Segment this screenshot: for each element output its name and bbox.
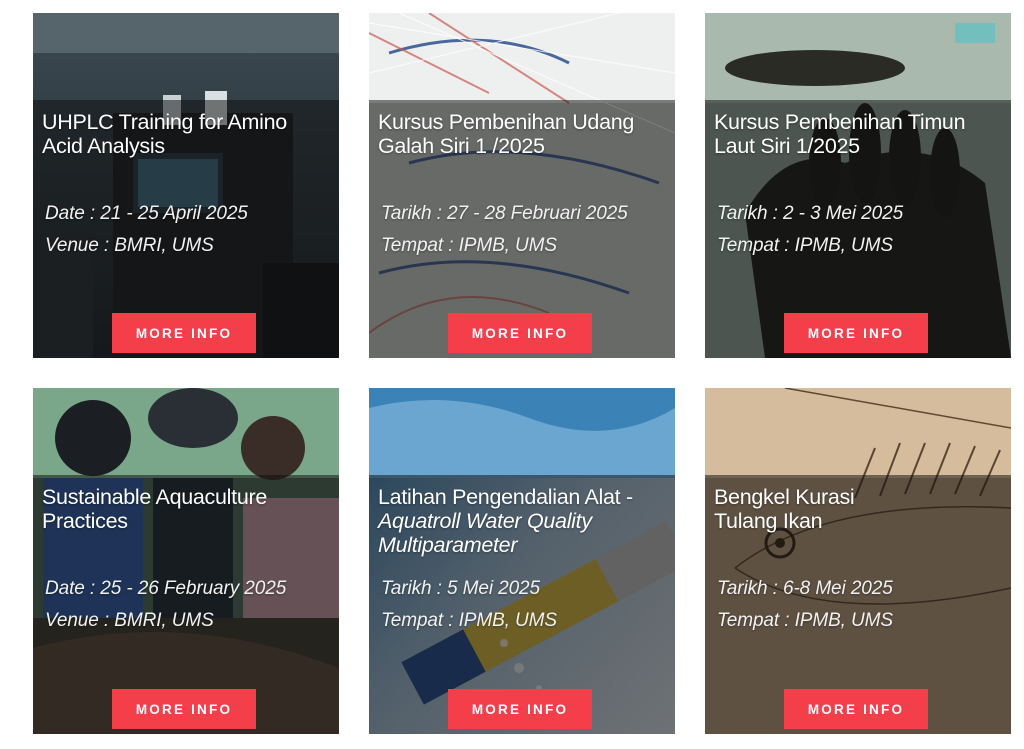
course-card-tulang-ikan: Bengkel Kurasi Tulang Ikan Tarikh : 6-8 …	[705, 388, 1011, 734]
card-venue: Tempat : IPMB, UMS	[381, 610, 557, 631]
more-info-button[interactable]: MORE INFO	[448, 689, 592, 729]
card-date: Tarikh : 27 - 28 Februari 2025	[381, 203, 628, 224]
card-venue: Tempat : IPMB, UMS	[717, 610, 893, 631]
card-title: Kursus Pembenihan Timun Laut Siri 1/2025	[714, 110, 966, 158]
card-venue: Venue : BMRI, UMS	[45, 610, 214, 631]
course-card-aquatroll: Latihan Pengendalian Alat - Aquatroll Wa…	[369, 388, 675, 734]
more-info-button[interactable]: MORE INFO	[784, 689, 928, 729]
card-venue: Venue : BMRI, UMS	[45, 235, 214, 256]
more-info-button[interactable]: MORE INFO	[112, 689, 256, 729]
card-date: Tarikh : 5 Mei 2025	[381, 578, 540, 599]
card-date: Date : 25 - 26 February 2025	[45, 578, 287, 599]
card-title: Bengkel Kurasi Tulang Ikan	[714, 485, 855, 533]
card-title: Latihan Pengendalian Alat - Aquatroll Wa…	[378, 485, 633, 557]
course-card-uhplc: UHPLC Training for Amino Acid Analysis D…	[33, 13, 339, 358]
card-venue: Tempat : IPMB, UMS	[381, 235, 557, 256]
card-date: Tarikh : 2 - 3 Mei 2025	[717, 203, 904, 224]
card-venue: Tempat : IPMB, UMS	[717, 235, 893, 256]
more-info-button[interactable]: MORE INFO	[112, 313, 256, 353]
course-card-udang-galah: Kursus Pembenihan Udang Galah Siri 1 /20…	[369, 13, 675, 358]
more-info-button[interactable]: MORE INFO	[448, 313, 592, 353]
card-title: Kursus Pembenihan Udang Galah Siri 1 /20…	[378, 110, 635, 158]
course-card-timun-laut: Kursus Pembenihan Timun Laut Siri 1/2025…	[705, 13, 1011, 358]
card-date: Date : 21 - 25 April 2025	[45, 203, 248, 224]
card-title: UHPLC Training for Amino Acid Analysis	[42, 110, 287, 158]
card-date: Tarikh : 6-8 Mei 2025	[717, 578, 893, 599]
card-title: Sustainable Aquaculture Practices	[42, 485, 267, 533]
course-card-aquaculture: Sustainable Aquaculture Practices Date :…	[33, 388, 339, 734]
more-info-button[interactable]: MORE INFO	[784, 313, 928, 353]
